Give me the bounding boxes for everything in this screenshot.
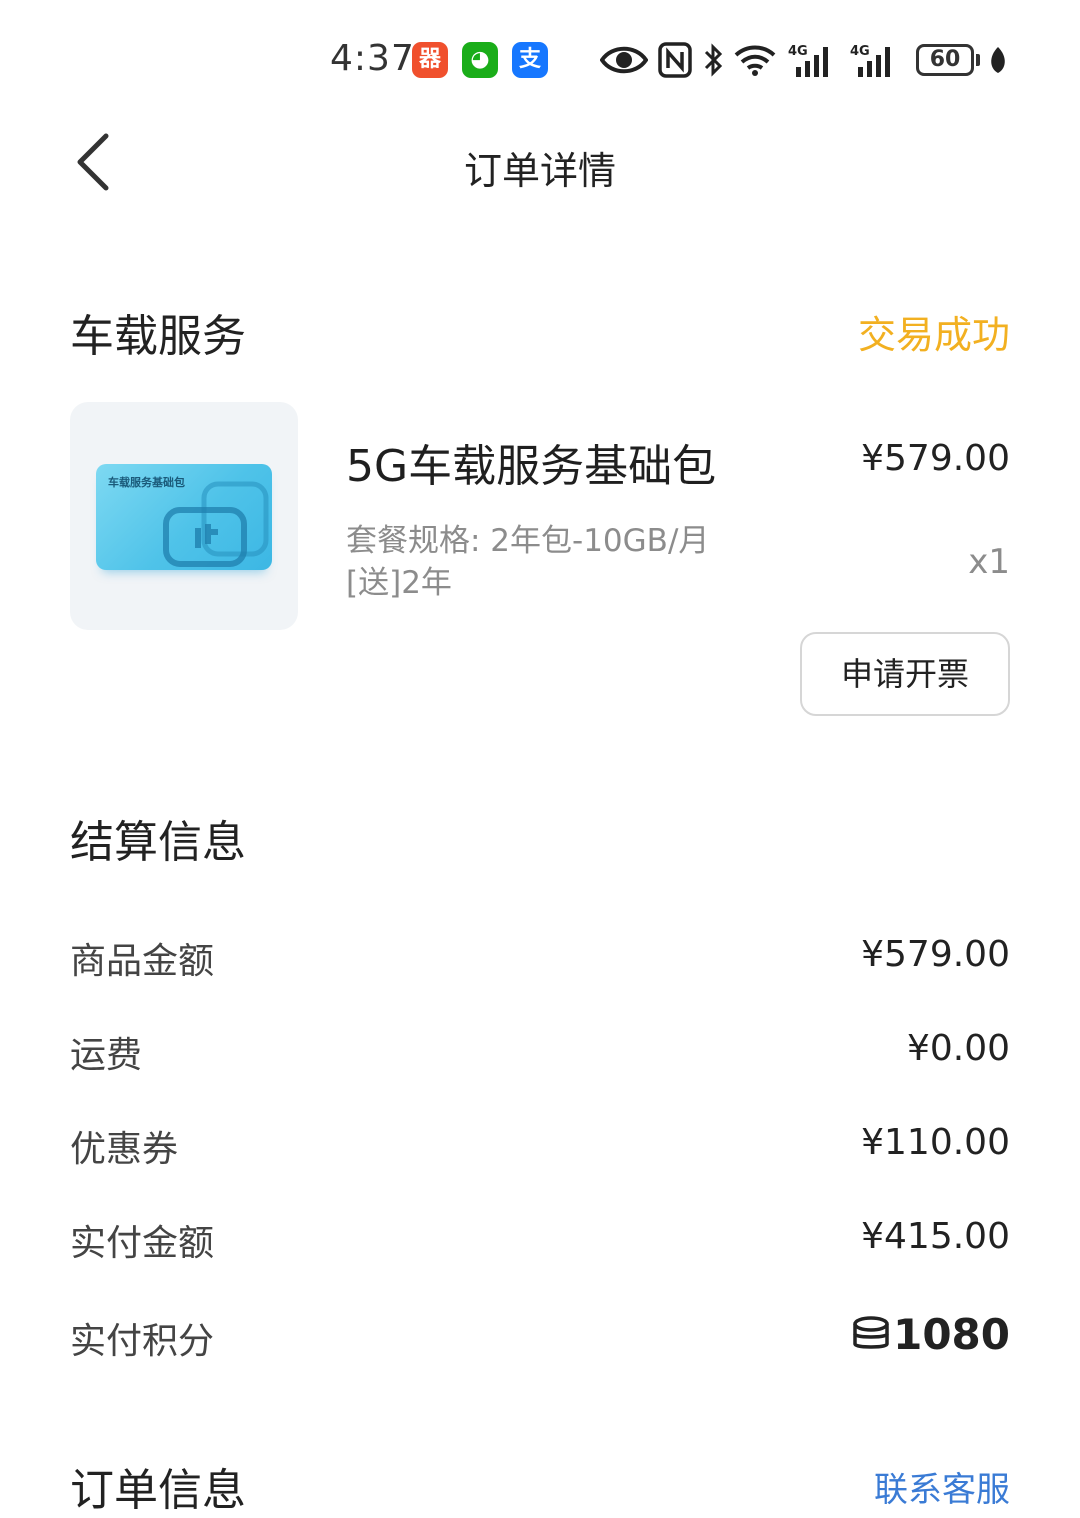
nfc-icon bbox=[658, 42, 692, 78]
settlement-section-title: 结算信息 bbox=[70, 817, 246, 868]
svg-text:4G: 4G bbox=[788, 44, 808, 59]
wifi-icon bbox=[734, 45, 776, 76]
paid-points-value: 1080 bbox=[893, 1310, 1010, 1359]
product-image: 车载服务基础包 bbox=[70, 402, 298, 630]
eye-icon bbox=[600, 46, 648, 74]
app-red-icon: 器 bbox=[412, 42, 448, 78]
wechat-icon: ◕ bbox=[462, 42, 498, 78]
svg-text:4G: 4G bbox=[850, 44, 870, 59]
paid-amount-label: 实付金额 bbox=[70, 1223, 215, 1264]
page-title: 订单详情 bbox=[463, 149, 616, 193]
signal-4g-icon: 4G bbox=[788, 44, 828, 77]
status-icons: 4G 4G 60 bbox=[600, 38, 1018, 82]
status-time: 4:37 bbox=[330, 38, 415, 79]
nav-bar: 订单详情 bbox=[0, 120, 1080, 210]
leaf-icon bbox=[991, 47, 1005, 73]
request-invoice-button[interactable]: 申请开票 bbox=[800, 632, 1010, 716]
card-logo-icon bbox=[163, 481, 269, 567]
battery-indicator: 60 bbox=[916, 44, 980, 76]
product-price: ¥579.00 bbox=[861, 438, 1010, 479]
sim-card-graphic: 车载服务基础包 bbox=[96, 464, 272, 570]
battery-level: 60 bbox=[916, 44, 974, 76]
service-section-title: 车载服务 bbox=[70, 311, 246, 362]
coupon-value: ¥110.00 bbox=[861, 1122, 1010, 1163]
bluetooth-icon bbox=[704, 43, 723, 77]
coupon-label: 优惠券 bbox=[70, 1129, 179, 1170]
signal-4g-icon-2: 4G bbox=[850, 44, 890, 77]
alipay-icon: 支 bbox=[512, 42, 548, 78]
paid-points: 1080 bbox=[851, 1310, 1010, 1359]
coin-stack-icon bbox=[853, 1315, 889, 1349]
shipping-fee-value: ¥0.00 bbox=[906, 1028, 1010, 1069]
goods-amount-label: 商品金额 bbox=[70, 941, 215, 982]
order-info-section-title: 订单信息 bbox=[70, 1465, 246, 1516]
contact-service-link[interactable]: 联系客服 bbox=[874, 1462, 1010, 1511]
status-bar: 4:37 器 ◕ 支 4G 4G 60 bbox=[0, 0, 1080, 120]
shipping-fee-label: 运费 bbox=[70, 1035, 143, 1076]
product-quantity: x1 bbox=[968, 542, 1010, 582]
product-name: 5G车载服务基础包 bbox=[346, 441, 717, 492]
paid-points-label: 实付积分 bbox=[70, 1321, 215, 1362]
product-spec: 套餐规格: 2年包-10GB/月[送]2年 bbox=[346, 523, 710, 601]
order-status: 交易成功 bbox=[857, 313, 1010, 357]
paid-amount-value: ¥415.00 bbox=[861, 1216, 1010, 1257]
goods-amount-value: ¥579.00 bbox=[861, 934, 1010, 975]
